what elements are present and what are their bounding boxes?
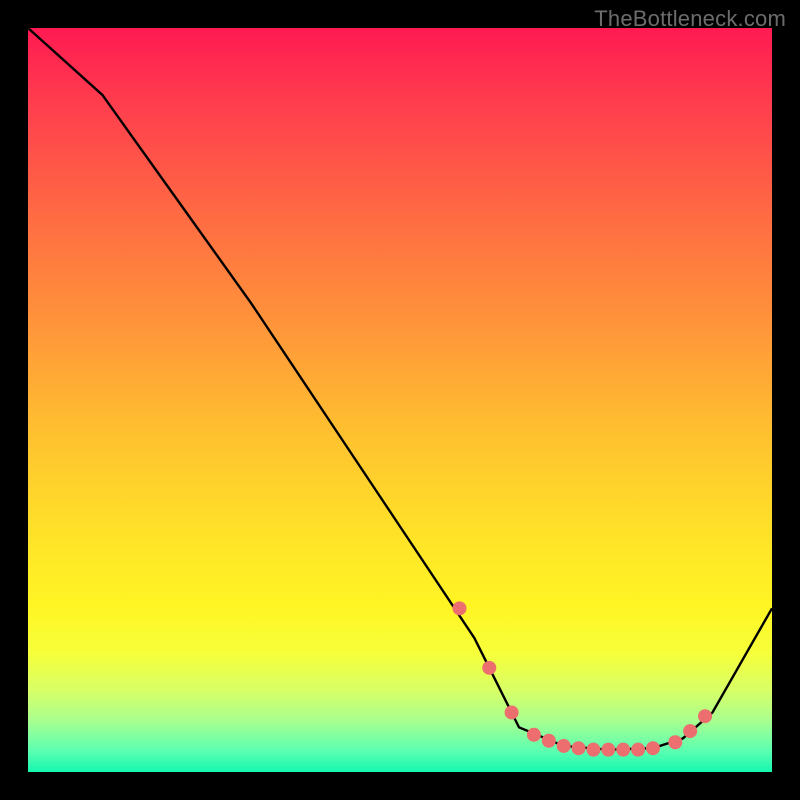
chart-marker xyxy=(668,735,682,749)
chart-marker xyxy=(698,709,712,723)
chart-marker xyxy=(505,705,519,719)
chart-marker xyxy=(631,743,645,757)
chart-marker xyxy=(601,743,615,757)
chart-marker xyxy=(646,741,660,755)
chart-curve xyxy=(28,28,772,750)
chart-marker xyxy=(572,741,586,755)
chart-marker xyxy=(616,743,630,757)
chart-stage: TheBottleneck.com xyxy=(0,0,800,800)
chart-marker xyxy=(527,728,541,742)
chart-markers-group xyxy=(453,601,713,756)
chart-marker xyxy=(482,661,496,675)
chart-marker xyxy=(453,601,467,615)
chart-overlay xyxy=(28,28,772,772)
chart-marker xyxy=(586,743,600,757)
chart-marker xyxy=(542,734,556,748)
chart-marker xyxy=(683,724,697,738)
chart-marker xyxy=(557,739,571,753)
watermark-text: TheBottleneck.com xyxy=(594,6,786,32)
